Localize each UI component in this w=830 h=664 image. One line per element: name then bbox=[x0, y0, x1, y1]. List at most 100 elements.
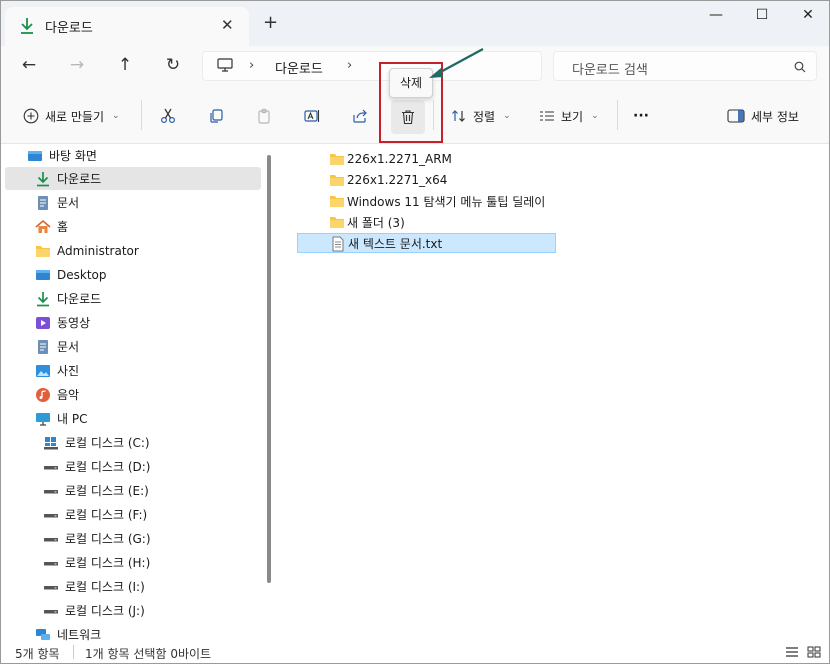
drive-icon bbox=[43, 459, 59, 475]
address-bar[interactable]: › 다운로드 › bbox=[202, 51, 542, 81]
sidebar-item[interactable]: 사진 bbox=[5, 359, 261, 382]
thumbnail-view-icon[interactable] bbox=[807, 646, 821, 658]
address-chevron-icon[interactable]: › bbox=[347, 58, 352, 73]
divider bbox=[617, 100, 618, 130]
share-icon bbox=[353, 109, 367, 123]
back-button[interactable]: ← bbox=[15, 54, 43, 78]
minimize-button[interactable]: — bbox=[693, 7, 739, 27]
sidebar-item[interactable]: Administrator bbox=[5, 239, 261, 262]
sidebar-item-label: 로컬 디스크 (J:) bbox=[65, 604, 145, 618]
maximize-button[interactable]: ☐ bbox=[739, 7, 785, 27]
sidebar-item[interactable]: 문서 bbox=[5, 335, 261, 358]
sidebar-item[interactable]: 홈 bbox=[5, 215, 261, 238]
address-chevron-icon[interactable]: › bbox=[249, 58, 254, 73]
file-name: 226x1.2271_ARM bbox=[347, 152, 452, 166]
sidebar-item[interactable]: 로컬 디스크 (J:) bbox=[5, 599, 261, 622]
file-row[interactable]: 새 폴더 (3) bbox=[297, 212, 556, 232]
sidebar-scrollbar[interactable] bbox=[267, 155, 271, 583]
sidebar-item[interactable]: 문서 bbox=[5, 191, 261, 214]
address-crumb-downloads[interactable]: 다운로드 bbox=[275, 58, 323, 77]
new-button[interactable]: 새로 만들기 ⌄ bbox=[23, 104, 120, 128]
title-bar: 다운로드 ✕ + — ☐ ✕ bbox=[1, 1, 829, 46]
paste-button[interactable] bbox=[256, 104, 272, 128]
scissors-icon bbox=[160, 108, 176, 124]
file-row[interactable]: 226x1.2271_x64 bbox=[297, 170, 556, 190]
file-row[interactable]: 226x1.2271_ARM bbox=[297, 149, 556, 169]
share-button[interactable] bbox=[352, 104, 368, 128]
pc-icon bbox=[35, 411, 51, 427]
sort-button[interactable]: 정렬 ⌄ bbox=[451, 104, 511, 128]
drive-icon bbox=[43, 555, 59, 571]
delete-tooltip: 삭제 bbox=[389, 68, 433, 98]
sidebar-item[interactable]: 동영상 bbox=[5, 311, 261, 334]
rename-button[interactable] bbox=[304, 104, 320, 128]
details-view-icon[interactable] bbox=[785, 646, 799, 658]
cut-button[interactable] bbox=[160, 104, 176, 128]
file-name: 새 텍스트 문서.txt bbox=[348, 236, 443, 251]
sidebar-item[interactable]: 음악 bbox=[5, 383, 261, 406]
sidebar-item[interactable]: 로컬 디스크 (G:) bbox=[5, 527, 261, 550]
search-input[interactable]: 다운로드 검색 bbox=[572, 59, 648, 78]
desktop-icon bbox=[35, 267, 51, 283]
sidebar-item-label: 문서 bbox=[57, 340, 80, 354]
folder-icon bbox=[329, 214, 345, 230]
sidebar-item-label: 로컬 디스크 (I:) bbox=[65, 580, 145, 594]
drive-icon bbox=[43, 531, 59, 547]
sidebar-item-label: 로컬 디스크 (D:) bbox=[65, 460, 151, 474]
file-name: 새 폴더 (3) bbox=[347, 215, 405, 230]
up-button[interactable]: ↑ bbox=[111, 54, 139, 78]
view-button[interactable]: 보기 ⌄ bbox=[539, 104, 599, 128]
sidebar-item[interactable]: 로컬 디스크 (H:) bbox=[5, 551, 261, 574]
new-tab-button[interactable]: + bbox=[263, 14, 278, 32]
sidebar-item[interactable]: 다운로드 bbox=[5, 287, 261, 310]
sidebar-item-label: 로컬 디스크 (G:) bbox=[65, 532, 151, 546]
music-icon bbox=[35, 387, 51, 403]
close-window-button[interactable]: ✕ bbox=[785, 7, 829, 27]
view-list-icon bbox=[540, 111, 554, 121]
sidebar-item[interactable]: 로컬 디스크 (F:) bbox=[5, 503, 261, 526]
forward-button[interactable]: → bbox=[63, 54, 91, 78]
sidebar-item-label: 로컬 디스크 (C:) bbox=[65, 436, 150, 450]
search-box[interactable]: 다운로드 검색 bbox=[553, 51, 817, 81]
sidebar-item-label: 로컬 디스크 (H:) bbox=[65, 556, 151, 570]
file-row[interactable]: 새 텍스트 문서.txt bbox=[297, 233, 556, 253]
sidebar-item[interactable]: 내 PC bbox=[5, 407, 261, 430]
file-list: 226x1.2271_ARM 226x1.2271_x64 Windows 11 탐… bbox=[279, 144, 829, 641]
file-name: 226x1.2271_x64 bbox=[347, 173, 448, 187]
sidebar-item[interactable]: 네트워크 bbox=[5, 623, 261, 641]
sidebar-item[interactable]: 로컬 디스크 (D:) bbox=[5, 455, 261, 478]
sidebar-item[interactable]: Desktop bbox=[5, 263, 261, 286]
pc-icon bbox=[217, 58, 233, 72]
sidebar-item-label: 문서 bbox=[57, 196, 80, 210]
sort-icon bbox=[452, 110, 465, 122]
tab-downloads[interactable]: 다운로드 ✕ bbox=[5, 7, 249, 46]
status-bar: 5개 항목 1개 항목 선택함 0바이트 bbox=[1, 641, 829, 663]
sidebar-item[interactable]: 로컬 디스크 (I:) bbox=[5, 575, 261, 598]
drive-icon bbox=[43, 579, 59, 595]
more-options-button[interactable]: ··· bbox=[633, 104, 649, 128]
refresh-button[interactable]: ↻ bbox=[159, 54, 187, 78]
view-button-label: 보기 bbox=[561, 109, 584, 124]
details-button[interactable]: 세부 정보 bbox=[727, 104, 799, 128]
details-button-label: 세부 정보 bbox=[751, 109, 799, 124]
delete-button[interactable] bbox=[391, 100, 425, 134]
new-button-label: 새로 만들기 bbox=[45, 109, 105, 124]
sidebar-item[interactable]: 로컬 디스크 (C:) bbox=[5, 431, 261, 454]
drive-icon bbox=[43, 603, 59, 619]
sidebar-item-label: 음악 bbox=[57, 388, 80, 402]
windows-drive-icon bbox=[43, 435, 59, 451]
sidebar-item[interactable]: 바탕 화면 bbox=[5, 144, 261, 167]
plus-circle-icon bbox=[23, 108, 39, 124]
trash-icon bbox=[402, 110, 414, 125]
sidebar-item-label: 내 PC bbox=[57, 412, 88, 426]
copy-button[interactable] bbox=[208, 104, 224, 128]
file-row[interactable]: Windows 11 탐색기 메뉴 툴팁 딜레이 bbox=[297, 191, 556, 211]
folder-icon bbox=[329, 151, 345, 167]
sidebar-item[interactable]: 다운로드 bbox=[5, 167, 261, 190]
sidebar-item[interactable]: 로컬 디스크 (E:) bbox=[5, 479, 261, 502]
chevron-down-icon: ⌄ bbox=[591, 111, 599, 121]
rename-icon bbox=[304, 110, 320, 122]
download-icon bbox=[35, 171, 51, 187]
tab-close-icon[interactable]: ✕ bbox=[221, 16, 234, 34]
chevron-down-icon: ⌄ bbox=[503, 111, 511, 121]
